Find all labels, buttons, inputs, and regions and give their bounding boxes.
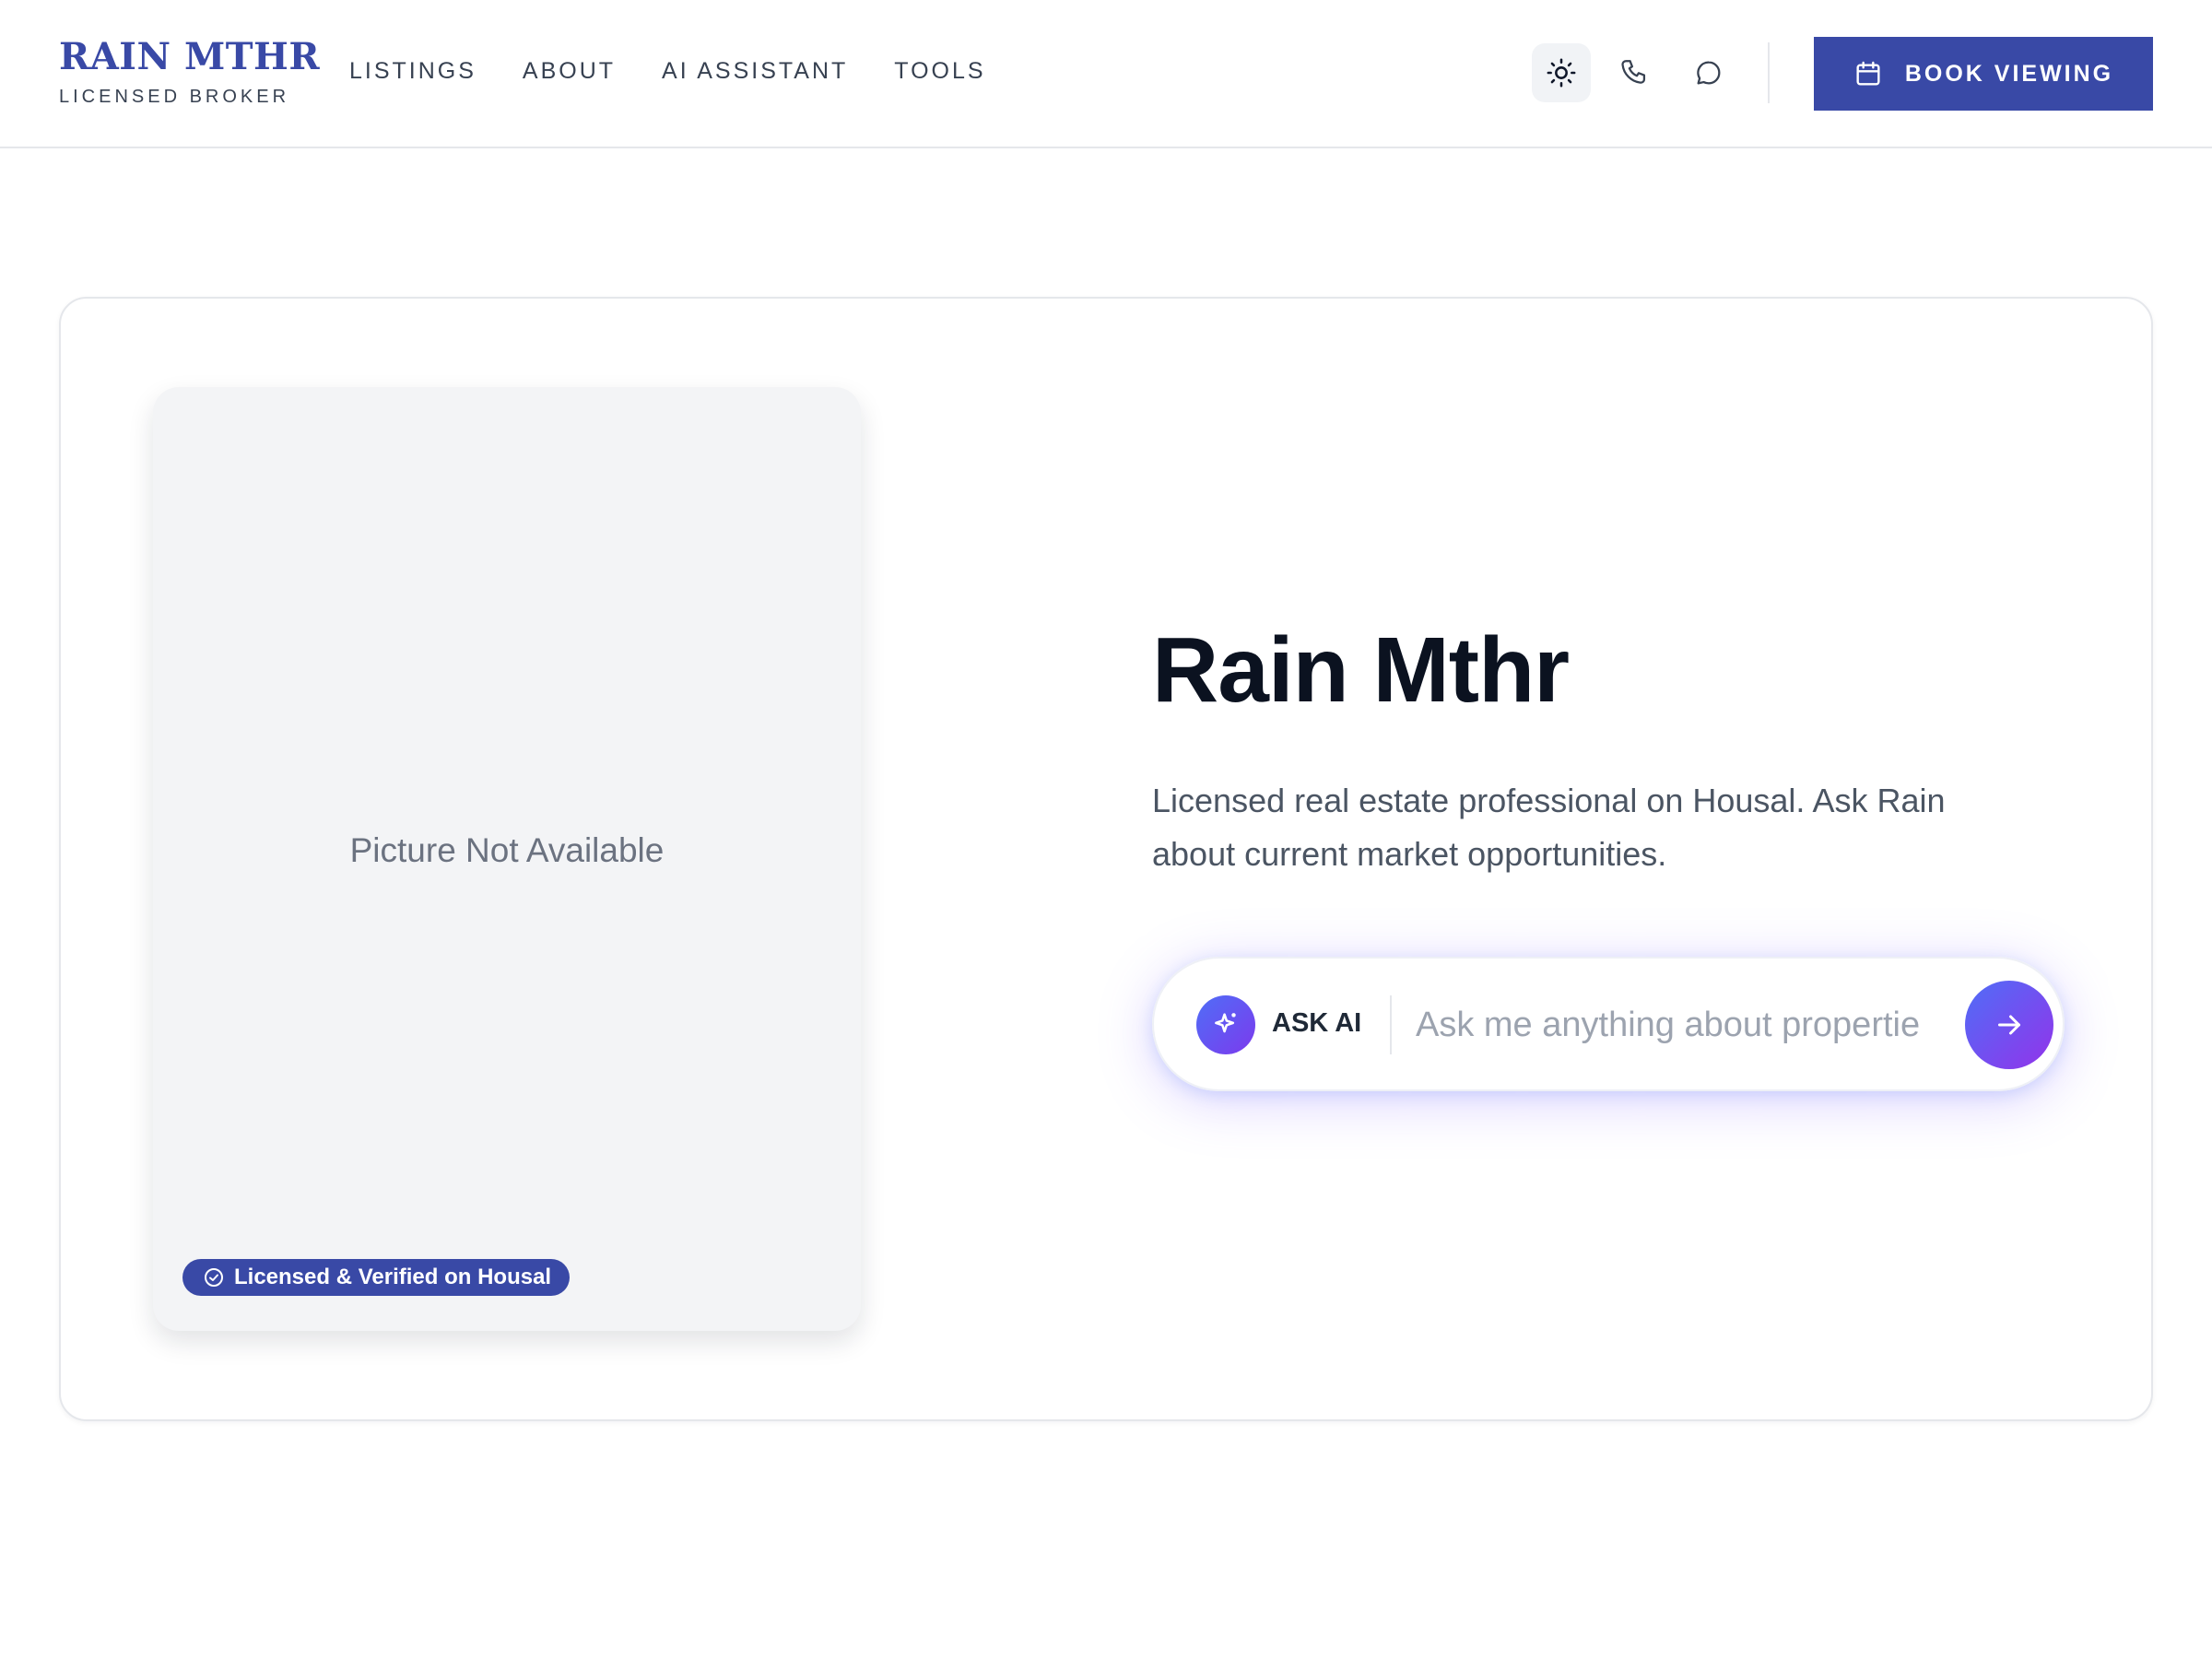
site-header: RAIN MTHR LICENSED BROKER LISTINGS ABOUT… xyxy=(0,0,2212,148)
phone-icon xyxy=(1621,60,1646,84)
brand-logo[interactable]: RAIN MTHR LICENSED BROKER xyxy=(59,37,320,108)
book-viewing-label: BOOK VIEWING xyxy=(1904,60,2114,87)
call-button[interactable] xyxy=(1606,43,1665,102)
book-viewing-button[interactable]: BOOK VIEWING xyxy=(1814,37,2153,111)
calendar-icon xyxy=(1856,61,1880,86)
agent-profile-card: Picture Not Available Licensed & Verifie… xyxy=(59,297,2153,1421)
brand-name: RAIN MTHR xyxy=(59,35,321,78)
arrow-right-icon xyxy=(1998,1015,2020,1035)
ask-ai-input[interactable] xyxy=(1416,994,1969,1056)
nav-about[interactable]: ABOUT xyxy=(523,58,616,85)
ai-sparkle-badge xyxy=(1196,995,1255,1054)
agent-name: Rain Mthr xyxy=(1152,618,1570,722)
message-button[interactable] xyxy=(1679,43,1738,102)
ask-ai-divider xyxy=(1390,995,1392,1054)
nav-tools[interactable]: TOOLS xyxy=(894,58,985,85)
nav-ai-assistant[interactable]: AI ASSISTANT xyxy=(662,58,848,85)
theme-toggle-button[interactable] xyxy=(1532,43,1591,102)
photo-placeholder-text: Picture Not Available xyxy=(349,831,665,869)
header-divider xyxy=(1768,42,1770,103)
sun-icon xyxy=(1547,58,1576,88)
header-actions xyxy=(1532,43,1753,102)
verified-badge: Licensed & Verified on Housal xyxy=(182,1259,571,1296)
agent-photo: Picture Not Available Licensed & Verifie… xyxy=(153,387,861,1331)
ask-ai-send-button[interactable] xyxy=(1965,981,2053,1069)
main-nav: LISTINGS ABOUT AI ASSISTANT TOOLS xyxy=(349,58,986,85)
sparkle-icon xyxy=(1215,1013,1236,1033)
nav-listings[interactable]: LISTINGS xyxy=(349,58,477,85)
ask-ai-label: ASK AI xyxy=(1272,1008,1362,1038)
ask-ai-bar: ASK AI xyxy=(1152,957,2065,1091)
brand-tagline: LICENSED BROKER xyxy=(59,87,290,107)
verified-badge-label: Licensed & Verified on Housal xyxy=(234,1265,552,1289)
agent-bio: Licensed real estate professional on Hou… xyxy=(1152,782,1946,873)
check-circle-icon xyxy=(205,1268,223,1287)
chat-icon xyxy=(1697,61,1721,85)
